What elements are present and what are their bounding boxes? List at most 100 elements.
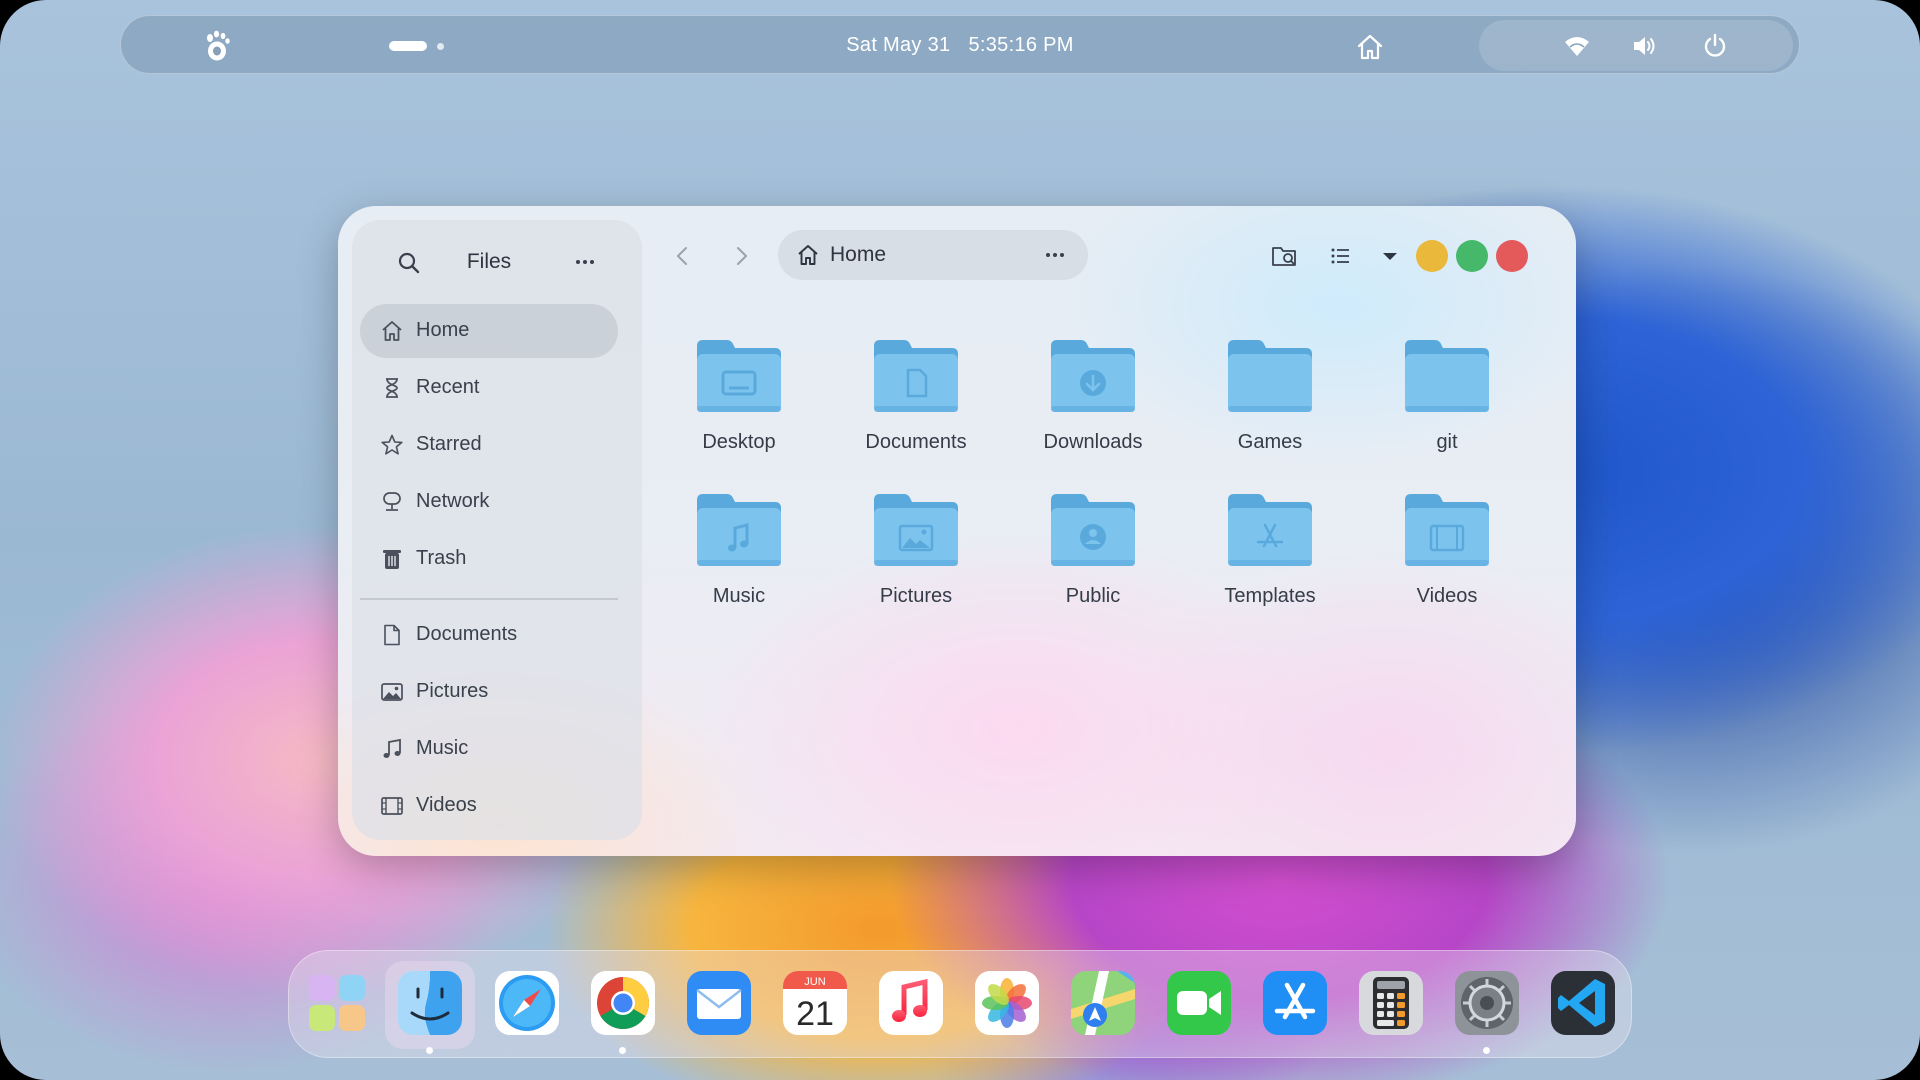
folder-item[interactable]: Documents [841, 336, 991, 476]
app-store-icon [1263, 971, 1327, 1035]
folder-name: Public [1065, 585, 1121, 607]
path-bar[interactable]: Home [778, 230, 1088, 280]
sidebar-item-pictures[interactable]: Pictures [360, 665, 618, 719]
folder-name: Documents [865, 431, 967, 453]
templates-folder-icon [1228, 494, 1312, 566]
folder-icon [1228, 340, 1312, 412]
sidebar-item-trash[interactable]: Trash [360, 532, 618, 586]
folder-item[interactable]: Templates [1195, 490, 1345, 630]
launchpad-icon [309, 975, 365, 1031]
folder-item[interactable]: Music [664, 490, 814, 630]
public-folder-icon [1051, 494, 1135, 566]
list-view-icon[interactable] [1326, 241, 1356, 271]
sidebar-item-label: Network [416, 490, 490, 512]
sidebar-item-recent[interactable]: Recent [360, 361, 618, 415]
forward-chevron-icon[interactable] [726, 241, 756, 271]
dock: JUN 21 [288, 950, 1632, 1058]
folder-item[interactable]: Pictures [841, 490, 991, 630]
running-indicator [1483, 1047, 1490, 1054]
mail-envelope-icon [687, 971, 751, 1035]
folder-name: Videos [1416, 585, 1478, 607]
finder-icon [398, 971, 462, 1035]
folder-item[interactable]: Games [1195, 336, 1345, 476]
dock-photos[interactable] [973, 969, 1041, 1037]
path-menu-icon[interactable] [1040, 243, 1070, 267]
volume-icon [1634, 37, 1655, 55]
sidebar-item-music[interactable]: Music [360, 722, 618, 776]
folder-item[interactable]: Public [1018, 490, 1168, 630]
folder-name: Desktop [702, 431, 776, 453]
view-options-dropdown-icon[interactable] [1375, 241, 1405, 271]
dock-app-store[interactable] [1261, 969, 1329, 1037]
gear-icon [1455, 971, 1519, 1035]
sidebar-item-label: Music [416, 737, 469, 759]
path-label: Home [830, 243, 887, 266]
sidebar-item-label: Starred [416, 433, 482, 455]
dock-chrome[interactable] [589, 969, 657, 1037]
folder-name: Downloads [1043, 431, 1143, 453]
dock-maps[interactable] [1069, 969, 1137, 1037]
sidebar-item-label: Trash [416, 547, 467, 569]
pictures-folder-icon [874, 494, 958, 566]
dock-finder[interactable] [396, 969, 464, 1037]
system-status-area[interactable] [1479, 20, 1793, 71]
hourglass-icon [386, 378, 398, 398]
sidebar-item-label: Videos [416, 794, 477, 816]
dock-mail[interactable] [685, 969, 753, 1037]
back-chevron-icon[interactable] [668, 241, 698, 271]
calculator-icon [1359, 971, 1423, 1035]
folder-name: Templates [1224, 585, 1316, 607]
folder-item[interactable]: Videos [1372, 490, 1522, 630]
minimize-button[interactable] [1416, 240, 1448, 272]
sidebar-item-videos[interactable]: Videos [360, 779, 618, 833]
chrome-icon [591, 971, 655, 1035]
dock-safari[interactable] [493, 969, 561, 1037]
dock-calculator[interactable] [1357, 969, 1425, 1037]
clock-time: 5:35:16 PM [968, 34, 1074, 56]
folder-item[interactable]: git [1372, 336, 1522, 476]
dock-vscode[interactable] [1549, 969, 1617, 1037]
maximize-button[interactable] [1456, 240, 1488, 272]
dock-music[interactable] [877, 969, 945, 1037]
power-icon [1704, 33, 1726, 57]
videos-folder-icon [1405, 494, 1489, 566]
sidebar-item-documents[interactable]: Documents [360, 608, 618, 662]
dock-facetime[interactable] [1165, 969, 1233, 1037]
film-icon [381, 797, 403, 815]
calendar-day: 21 [796, 995, 834, 1033]
photos-flower-icon [975, 971, 1039, 1035]
desktop-folder-icon [697, 340, 781, 412]
documents-folder-icon [874, 340, 958, 412]
music-folder-icon [697, 494, 781, 566]
sidebar-item-starred[interactable]: Starred [360, 418, 618, 472]
home-icon [798, 245, 818, 265]
folder-name: git [1436, 431, 1458, 453]
sidebar-separator [360, 598, 618, 600]
more-options-icon[interactable] [570, 250, 600, 274]
close-button[interactable] [1496, 240, 1528, 272]
dock-calendar[interactable]: JUN 21 [781, 969, 849, 1037]
dock-system-settings[interactable] [1453, 969, 1521, 1037]
home-icon [382, 321, 402, 341]
folder-item[interactable]: Downloads [1018, 336, 1168, 476]
music-note-icon [383, 738, 401, 758]
search-folder-icon[interactable] [1270, 241, 1300, 271]
sidebar-item-label: Recent [416, 376, 480, 398]
safari-compass-icon [495, 971, 559, 1035]
sidebar-item-home[interactable]: Home [360, 304, 618, 358]
calendar-month: JUN [804, 976, 825, 988]
sidebar-item-label: Home [416, 319, 470, 341]
files-window: Files Home Recent Starred Network Trash … [338, 206, 1576, 856]
folder-name: Games [1237, 431, 1303, 453]
folder-item[interactable]: Desktop [664, 336, 814, 476]
clock-date: Sat May 31 [846, 34, 951, 56]
folder-name: Music [712, 585, 766, 607]
sidebar-item-network[interactable]: Network [360, 475, 618, 529]
folder-icon [1405, 340, 1489, 412]
network-icon [383, 492, 401, 511]
sidebar-item-label: Pictures [416, 680, 489, 702]
dock-launchpad[interactable] [303, 969, 371, 1037]
home-icon[interactable] [1355, 32, 1385, 62]
facetime-camera-icon [1167, 971, 1231, 1035]
trash-icon [383, 550, 401, 569]
